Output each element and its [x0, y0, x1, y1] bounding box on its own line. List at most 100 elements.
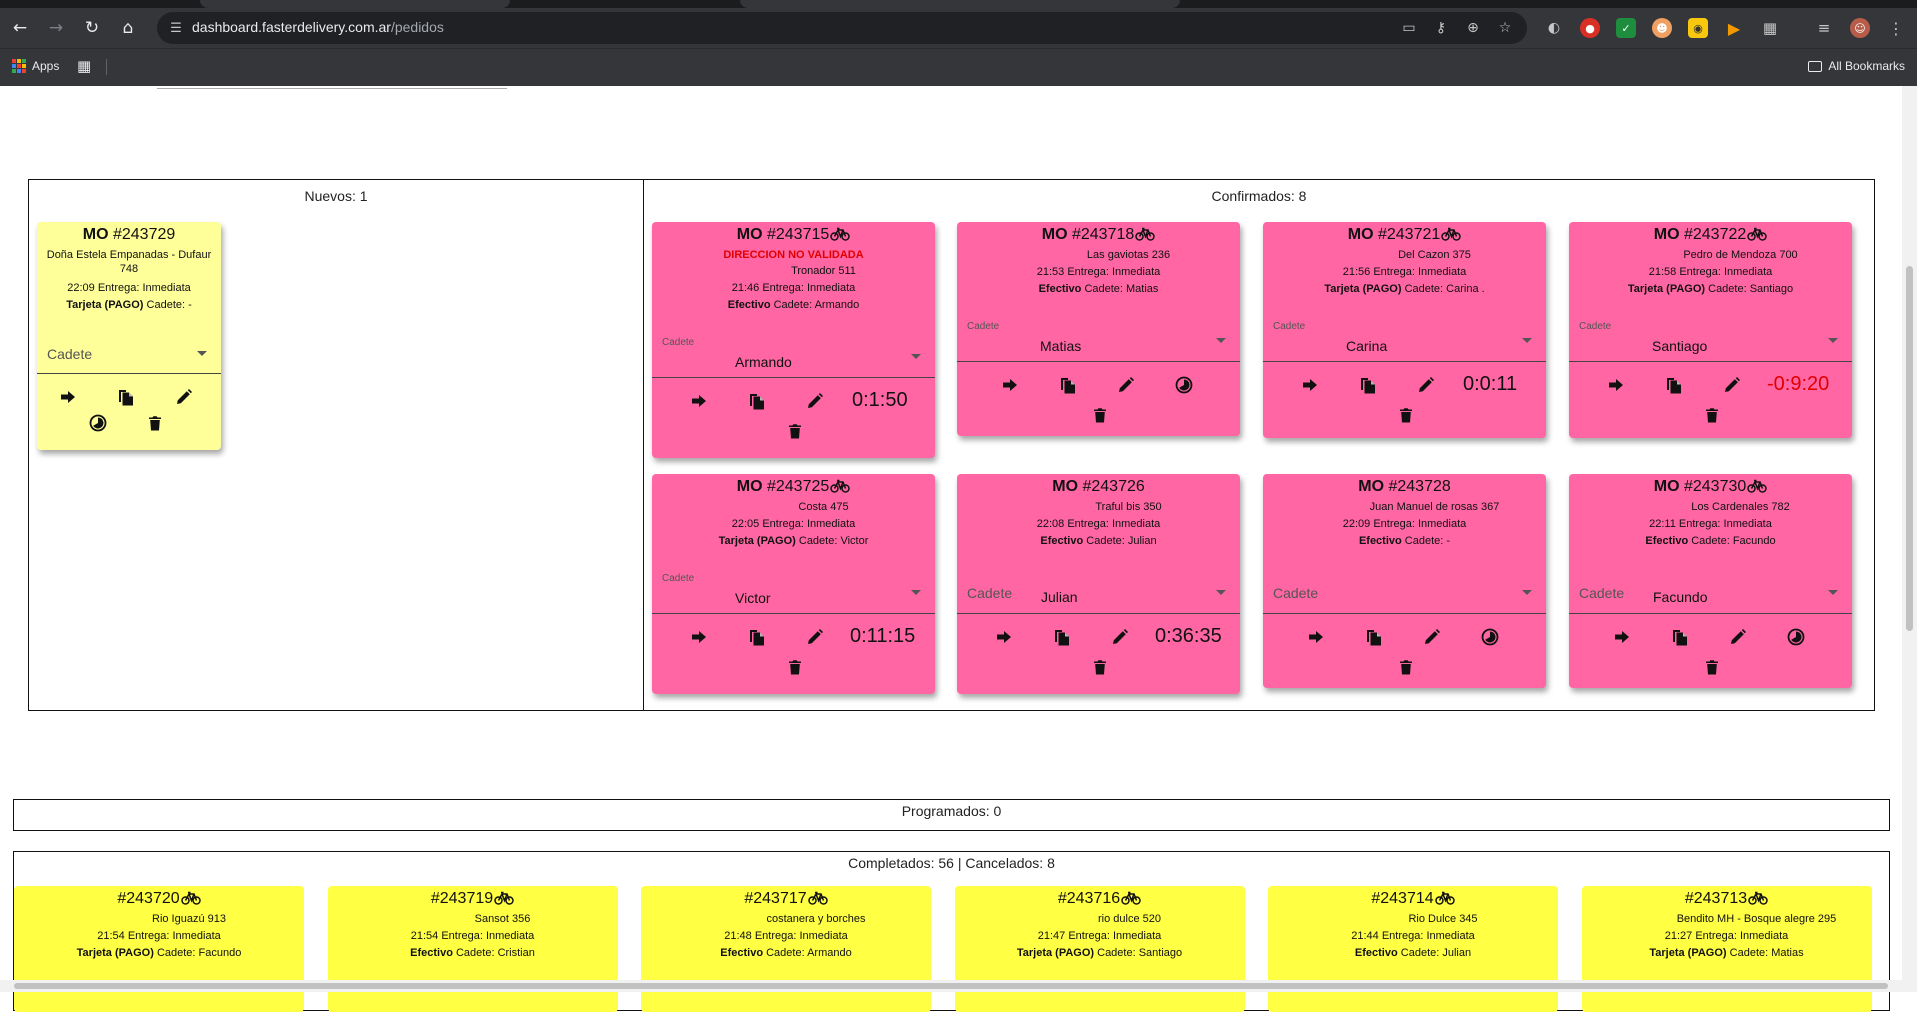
- all-bookmarks-button[interactable]: All Bookmarks: [1808, 59, 1905, 73]
- extension-face-icon[interactable]: ☻: [1652, 18, 1672, 38]
- edit-button[interactable]: [804, 390, 826, 412]
- copy-button[interactable]: [1057, 374, 1079, 396]
- arrow-right-icon: [692, 631, 706, 643]
- extension-play-icon[interactable]: ▶: [1724, 18, 1744, 38]
- bookmark-star-icon[interactable]: ☆: [1495, 18, 1515, 38]
- copy-button[interactable]: [1357, 374, 1379, 396]
- delete-button[interactable]: [1701, 656, 1723, 678]
- order-card[interactable]: MO #243721 Del Cazon 375 21:56 Entrega: In…: [1263, 222, 1546, 438]
- forward-button[interactable]: [1611, 626, 1633, 648]
- completed-card[interactable]: #243713 Bendito MH - Bosque alegre 295 21:…: [1581, 886, 1872, 1012]
- forward-button[interactable]: [1299, 374, 1321, 396]
- copy-button[interactable]: [746, 626, 768, 648]
- browser-tab[interactable]: [200, 0, 510, 8]
- reload-icon[interactable]: ↻: [78, 14, 106, 42]
- extensions-puzzle-icon[interactable]: ▦: [1760, 18, 1780, 38]
- payment-method: Efectivo: [1040, 535, 1084, 547]
- reading-list-icon[interactable]: ≡: [1814, 18, 1834, 38]
- completed-card[interactable]: #243719 Sansot 356 21:54 Entrega: Inmediat…: [327, 886, 618, 1012]
- edit-button[interactable]: [1727, 626, 1749, 648]
- order-card[interactable]: MO #243725 Costa 475 22:05 Entrega: Inmedi…: [652, 474, 935, 694]
- order-card[interactable]: MO #243722 Pedro de Mendoza 700 21:58 Entr…: [1569, 222, 1852, 438]
- order-card[interactable]: MO #243715 DIRECCION NO VALIDADA Tronador …: [652, 222, 935, 458]
- schedule-button[interactable]: [1173, 374, 1195, 396]
- copy-button[interactable]: [1663, 374, 1685, 396]
- scrollbar-thumb[interactable]: [14, 983, 1888, 989]
- select-value: Santiago: [1652, 338, 1708, 354]
- address-bar[interactable]: ☰ dashboard.fasterdelivery.com.ar/pedido…: [157, 12, 1527, 44]
- profile-avatar[interactable]: ☺: [1850, 18, 1870, 38]
- site-info-icon[interactable]: ☰: [167, 19, 185, 37]
- order-card[interactable]: MO #243729 Doña Estela Empanadas - Dufaur…: [37, 222, 221, 450]
- completed-card[interactable]: #243720 Rio Iguazú 913 21:54 Entrega: Inme…: [14, 886, 304, 1012]
- cadete-select[interactable]: Cadete Armando: [652, 334, 935, 378]
- copy-button[interactable]: [115, 386, 137, 408]
- forward-button[interactable]: [688, 626, 710, 648]
- edit-button[interactable]: [804, 626, 826, 648]
- completed-card[interactable]: #243714 Rio Dulce 345 21:44 Entrega: Inmed…: [1268, 886, 1558, 1012]
- schedule-button[interactable]: [87, 412, 109, 434]
- delete-button[interactable]: [784, 420, 806, 442]
- delete-button[interactable]: [144, 412, 166, 434]
- password-key-icon[interactable]: ⚷: [1431, 18, 1451, 38]
- install-app-icon[interactable]: ▭: [1399, 18, 1419, 38]
- bookmark-apps[interactable]: Apps: [12, 59, 59, 73]
- forward-icon[interactable]: →: [42, 14, 70, 42]
- scrollbar-thumb[interactable]: [1906, 266, 1913, 631]
- delete-button[interactable]: [1395, 656, 1417, 678]
- copy-icon: [119, 390, 133, 406]
- copy-button[interactable]: [1051, 626, 1073, 648]
- edit-button[interactable]: [173, 386, 195, 408]
- forward-button[interactable]: [688, 390, 710, 412]
- cadete-select[interactable]: Cadete: [37, 334, 221, 374]
- cadete-select[interactable]: Cadete Matias: [957, 318, 1240, 362]
- address-url[interactable]: dashboard.fasterdelivery.com.ar/pedidos: [192, 19, 444, 35]
- forward-button[interactable]: [993, 626, 1015, 648]
- extension-yellow-icon[interactable]: ◉: [1688, 18, 1708, 38]
- edit-button[interactable]: [1415, 374, 1437, 396]
- edit-button[interactable]: [1421, 626, 1443, 648]
- delete-button[interactable]: [1089, 656, 1111, 678]
- order-card[interactable]: MO #243730 Los Cardenales 782 22:11 Entreg…: [1569, 474, 1852, 688]
- completed-card[interactable]: #243717 costanera y borches 21:48 Entrega:…: [641, 886, 931, 1012]
- horizontal-scrollbar[interactable]: [0, 980, 1902, 992]
- completed-card[interactable]: #243716 rio dulce 520 21:47 Entrega: Inmed…: [954, 886, 1245, 1012]
- vertical-scrollbar[interactable]: [1902, 86, 1917, 992]
- cadete-text: Cadete: Armando: [766, 947, 852, 959]
- forward-button[interactable]: [1605, 374, 1627, 396]
- home-icon[interactable]: ⌂: [114, 14, 142, 42]
- cadete-text: Cadete: Armando: [773, 299, 860, 311]
- forward-button[interactable]: [57, 386, 79, 408]
- forward-button[interactable]: [1305, 626, 1327, 648]
- copy-button[interactable]: [746, 390, 768, 412]
- schedule-button[interactable]: [1785, 626, 1807, 648]
- edit-button[interactable]: [1115, 374, 1137, 396]
- cadete-select[interactable]: Cadete Victor: [652, 570, 935, 614]
- order-card[interactable]: MO #243726 Traful bis 350 22:08 Entrega: I…: [957, 474, 1240, 694]
- delete-button[interactable]: [1089, 404, 1111, 426]
- extension-red-icon[interactable]: ●: [1580, 18, 1600, 38]
- schedule-button[interactable]: [1479, 626, 1501, 648]
- cadete-select[interactable]: Cadete: [1263, 570, 1546, 614]
- cadete-select[interactable]: Cadete Carina: [1263, 318, 1546, 362]
- zoom-icon[interactable]: ⊕: [1463, 18, 1483, 38]
- delete-button[interactable]: [1395, 404, 1417, 426]
- cadete-select[interactable]: Cadete Facundo: [1569, 570, 1852, 614]
- copy-button[interactable]: [1669, 626, 1691, 648]
- edit-button[interactable]: [1109, 626, 1131, 648]
- tab-groups-icon[interactable]: ▦: [77, 57, 91, 75]
- copy-button[interactable]: [1363, 626, 1385, 648]
- delete-button[interactable]: [1701, 404, 1723, 426]
- cadete-select[interactable]: Cadete Santiago: [1569, 318, 1852, 362]
- menu-kebab-icon[interactable]: ⋮: [1886, 18, 1906, 38]
- delete-button[interactable]: [784, 656, 806, 678]
- cadete-select[interactable]: Cadete Julian: [957, 570, 1240, 614]
- extension-icon[interactable]: ◐: [1544, 18, 1564, 38]
- edit-button[interactable]: [1721, 374, 1743, 396]
- order-card[interactable]: MO #243728 Juan Manuel de rosas 367 22:09 …: [1263, 474, 1546, 688]
- forward-button[interactable]: [999, 374, 1021, 396]
- back-icon[interactable]: ←: [6, 14, 34, 42]
- order-card[interactable]: MO #243718 Las gaviotas 236 21:53 Entrega:…: [957, 222, 1240, 436]
- browser-tab[interactable]: [740, 0, 1180, 8]
- extension-green-icon[interactable]: ✓: [1616, 18, 1636, 38]
